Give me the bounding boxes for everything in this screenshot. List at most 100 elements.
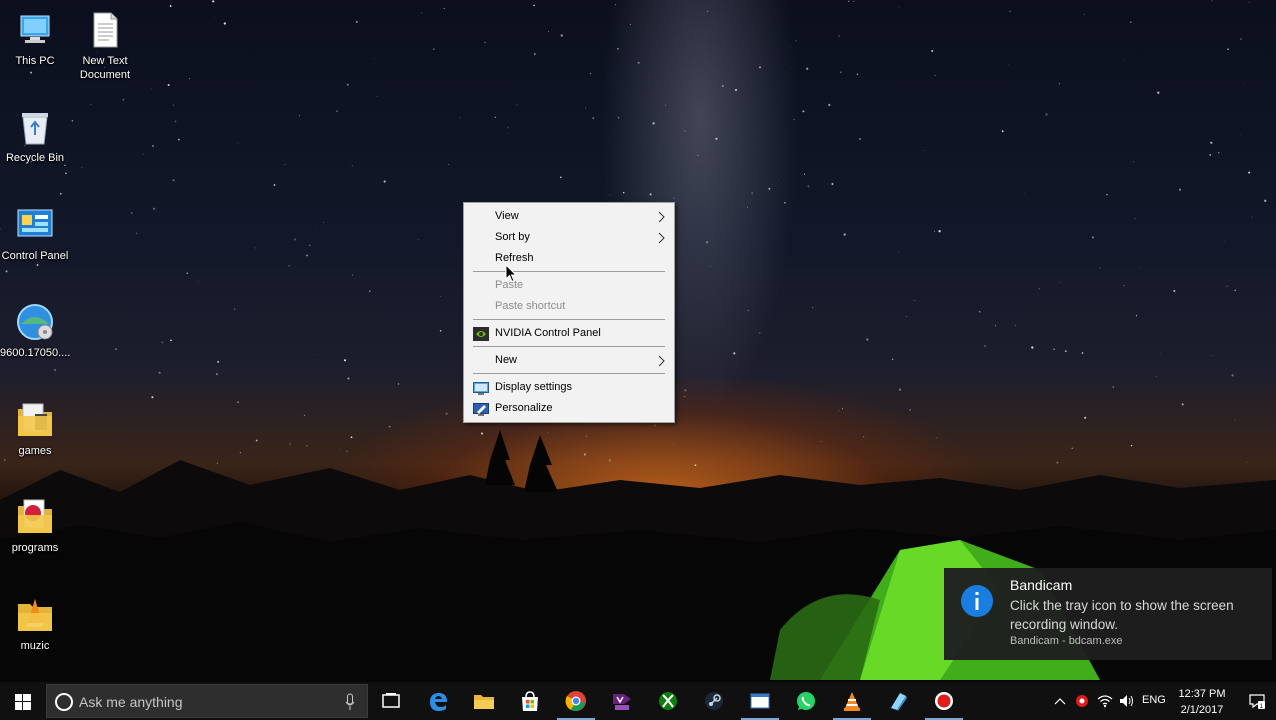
network-icon[interactable] <box>1097 694 1113 708</box>
star <box>1264 199 1267 202</box>
microphone-icon[interactable] <box>345 693 355 711</box>
star <box>1223 241 1225 243</box>
star <box>1038 287 1041 290</box>
taskbar-store[interactable] <box>507 682 553 720</box>
star <box>866 338 869 341</box>
star <box>673 197 675 199</box>
bandicam-tray-icon[interactable] <box>1074 694 1090 708</box>
star <box>721 85 724 88</box>
star <box>216 373 218 375</box>
taskbar-whatsapp[interactable] <box>783 682 829 720</box>
star <box>1134 217 1136 220</box>
menu-item-nvidia-control-panel[interactable]: NVIDIA Control Panel <box>464 324 674 344</box>
taskbar-file-explorer[interactable] <box>461 682 507 720</box>
this-pc-icon <box>15 10 55 50</box>
desktop-icon-recycle-bin[interactable]: Recycle Bin <box>0 107 70 165</box>
star <box>924 150 926 151</box>
star <box>346 83 349 86</box>
action-center-button[interactable]: 1 <box>1236 682 1276 720</box>
star <box>533 53 536 55</box>
star <box>751 192 753 194</box>
start-button[interactable] <box>0 682 46 720</box>
star <box>81 166 83 168</box>
taskbar-window[interactable] <box>737 682 783 720</box>
star <box>254 247 256 249</box>
star <box>172 104 175 106</box>
bandicam-notification[interactable]: Bandicam Click the tray icon to show the… <box>944 568 1272 660</box>
star <box>1156 376 1157 377</box>
star <box>994 325 996 327</box>
menu-item-new[interactable]: New <box>464 351 674 371</box>
star <box>843 233 846 236</box>
taskbar-steam[interactable] <box>691 682 737 720</box>
menu-item-view[interactable]: View <box>464 207 674 227</box>
star <box>136 232 138 234</box>
clock-date: 2/1/2017 <box>1180 704 1224 716</box>
desktop-icon-muzic[interactable]: muzic <box>0 595 70 653</box>
star <box>684 395 686 398</box>
star <box>665 104 666 106</box>
edge-icon <box>430 693 447 711</box>
chrome-icon <box>565 691 586 711</box>
star <box>790 66 791 68</box>
input-language[interactable]: ENG <box>1142 694 1166 706</box>
star <box>237 401 239 403</box>
taskbar-visual-studio[interactable] <box>599 682 645 720</box>
nvidia-icon <box>473 327 489 341</box>
star <box>802 110 805 113</box>
star <box>1129 21 1132 24</box>
bandicam-record-icon <box>935 692 953 710</box>
taskbar-xbox[interactable] <box>645 682 691 720</box>
star <box>1059 282 1061 283</box>
star <box>637 61 640 64</box>
menu-item-label: Paste shortcut <box>495 300 566 312</box>
menu-item-display-settings[interactable]: Display settings <box>464 378 674 398</box>
star <box>161 341 164 344</box>
taskbar-edge[interactable] <box>415 682 461 720</box>
desktop-icon-new-text-document[interactable]: New Text Document <box>70 10 140 82</box>
taskbar-app[interactable] <box>875 682 921 720</box>
star <box>1064 350 1067 353</box>
star <box>288 264 291 267</box>
desktop-icon-control-panel[interactable]: Control Panel <box>0 205 70 263</box>
star <box>828 103 831 107</box>
desktop-icon-games[interactable]: games <box>0 400 70 458</box>
taskbar-vlc[interactable] <box>829 682 875 720</box>
clock[interactable]: 12:37 PM 2/1/2017 <box>1176 686 1228 718</box>
visual-studio-icon <box>613 694 631 710</box>
desktop-context-menu: View Sort by Refresh Paste Paste shortcu… <box>463 202 675 423</box>
star <box>1212 355 1213 356</box>
star <box>938 230 941 233</box>
desktop-icon-this-pc[interactable]: This PC <box>0 10 70 68</box>
menu-item-refresh[interactable]: Refresh <box>464 249 674 269</box>
star <box>59 192 62 195</box>
star <box>909 409 911 411</box>
chevron-right-icon <box>658 355 665 367</box>
desktop-icon-disc-image[interactable]: 9600.17050.... <box>0 302 70 360</box>
star <box>1243 83 1245 84</box>
volume-icon[interactable] <box>1119 694 1135 708</box>
star <box>984 345 987 348</box>
star <box>1023 193 1025 195</box>
star <box>1211 0 1213 2</box>
star <box>1218 152 1220 154</box>
chevron-right-icon <box>658 211 665 223</box>
star <box>1058 83 1061 85</box>
star <box>98 413 99 415</box>
task-view-button[interactable] <box>368 682 414 720</box>
menu-item-personalize[interactable]: Personalize <box>464 399 674 419</box>
star <box>1239 37 1242 41</box>
taskbar-chrome[interactable] <box>553 682 599 720</box>
show-hidden-icons-icon[interactable] <box>1052 694 1068 708</box>
cortana-search-box[interactable]: Ask me anything <box>46 684 368 718</box>
star <box>507 133 508 134</box>
menu-item-sort-by[interactable]: Sort by <box>464 228 674 248</box>
star <box>649 193 652 196</box>
star <box>1210 141 1213 144</box>
star <box>778 180 779 181</box>
taskbar-bandicam[interactable] <box>921 682 967 720</box>
folder-icon <box>15 595 55 635</box>
steam-icon <box>705 692 723 710</box>
desktop-icon-programs[interactable]: programs <box>0 497 70 555</box>
star <box>1083 14 1085 15</box>
